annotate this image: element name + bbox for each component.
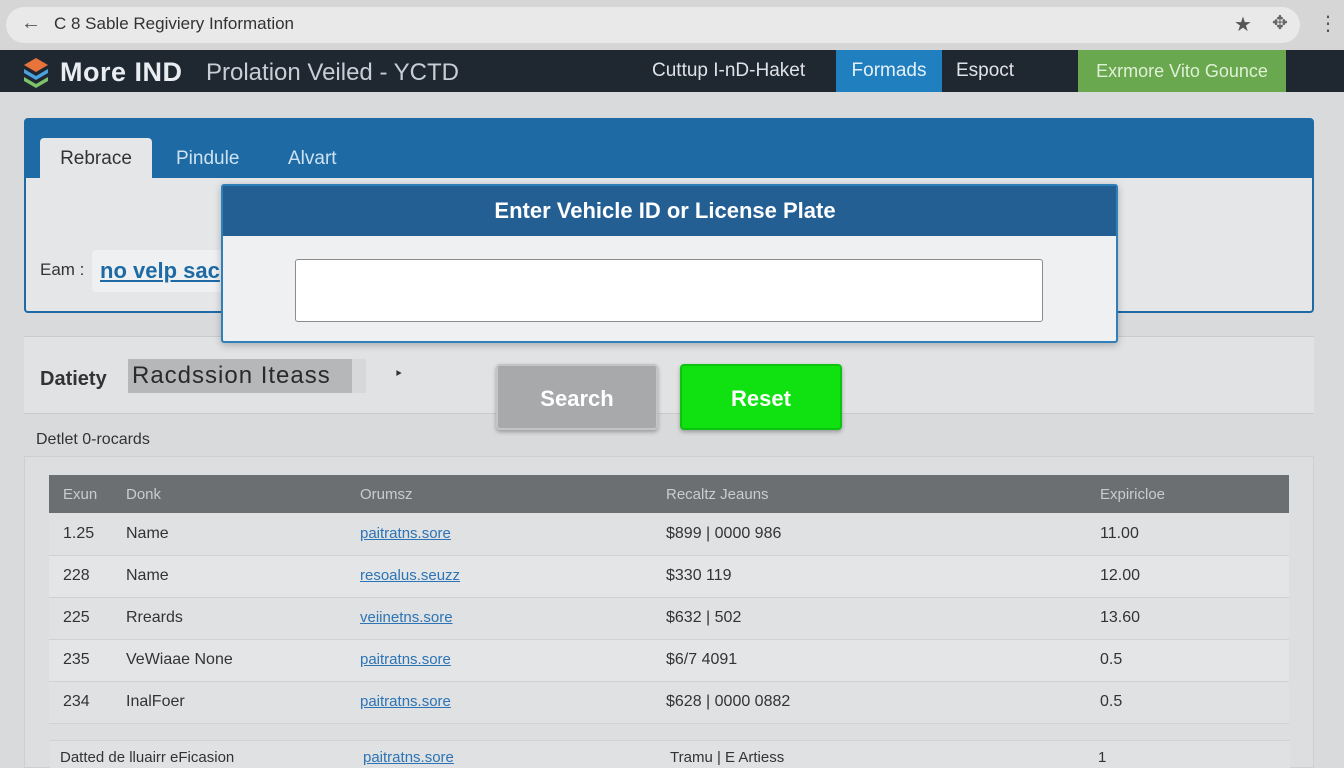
cell-amount: $6/7 4091 <box>666 639 1098 682</box>
tab-rebrace[interactable]: Rebrace <box>40 138 152 180</box>
vehicle-id-input[interactable] <box>295 259 1043 322</box>
help-link[interactable]: no velp sac <box>92 250 242 292</box>
cell-expiry: 11.00 <box>1098 513 1289 556</box>
brand-title: More IND <box>60 57 183 87</box>
footer-link[interactable]: paitratns.sore <box>363 749 454 766</box>
column-header[interactable]: Orumsz <box>360 475 666 513</box>
records-table: Exun Donk Orumsz Recaltz Jeauns Expiricl… <box>49 475 1289 724</box>
cell-link[interactable]: paitratns.sore <box>360 651 451 668</box>
records-heading: Detlet 0-rocards <box>36 431 150 448</box>
column-header[interactable]: Exun <box>49 475 124 513</box>
drag-handle-icon[interactable]: ‣ <box>394 364 403 384</box>
table-footer-row: Datted de lluairr eFicasion paitratns.so… <box>50 740 1290 768</box>
cell-name: Name <box>124 513 360 556</box>
table-row[interactable]: 234 InalFoer paitratns.sore $628 | 0000 … <box>49 681 1289 724</box>
cell-expiry: 0.5 <box>1098 681 1289 724</box>
process-field[interactable]: Racdssion Iteass <box>128 359 366 393</box>
back-arrow-icon[interactable]: ← <box>20 12 42 34</box>
footer-text: Tramu | E Artiess <box>670 749 785 766</box>
cell-name: Name <box>124 555 360 598</box>
modal-title: Enter Vehicle ID or License Plate <box>494 198 836 223</box>
field-label: Eam : <box>40 260 85 279</box>
cell-amount: $330 119 <box>666 555 1098 598</box>
table-row[interactable]: 1.25 Name paitratns.sore $899 | 0000 986… <box>49 513 1289 556</box>
cell-link[interactable]: paitratns.sore <box>360 693 451 710</box>
cell-name: InalFoer <box>124 681 360 724</box>
brand-subtitle: Prolation Veiled - YCTD <box>206 59 460 86</box>
footer-label: Datted de lluairr eFicasion <box>60 749 235 766</box>
logo-icon <box>24 58 48 88</box>
cell-id: 1.25 <box>49 513 124 556</box>
footer-value: 1 <box>1098 749 1107 766</box>
reset-button[interactable]: Reset <box>680 364 842 430</box>
column-header[interactable]: Expiricloe <box>1098 475 1289 513</box>
nav-link-cuttup[interactable]: Cuttup I-nD-Haket <box>636 50 821 92</box>
tab-pindule[interactable]: Pindule <box>158 138 257 180</box>
column-header[interactable]: Donk <box>124 475 360 513</box>
cell-amount: $899 | 0000 986 <box>666 513 1098 556</box>
cell-id: 234 <box>49 681 124 724</box>
cell-link[interactable]: veiinetns.sore <box>360 609 453 626</box>
tab-alvart[interactable]: Alvart <box>270 138 355 180</box>
cell-name: Rreards <box>124 597 360 640</box>
cell-name: VeWiaae None <box>124 639 360 682</box>
nav-cta-button[interactable]: Exrmore Vito Gounce <box>1078 50 1286 92</box>
column-header[interactable]: Recaltz Jeauns <box>666 475 1098 513</box>
cell-expiry: 13.60 <box>1098 597 1289 640</box>
cell-id: 228 <box>49 555 124 598</box>
nav-link-formads[interactable]: Formads <box>836 50 942 92</box>
kebab-menu-icon[interactable]: ⋮ <box>1318 11 1338 36</box>
cell-expiry: 0.5 <box>1098 639 1289 682</box>
page-url-title[interactable]: C 8 Sable Regiviery Information <box>54 14 294 34</box>
cell-link[interactable]: resoalus.seuzz <box>360 567 460 584</box>
cell-id: 225 <box>49 597 124 640</box>
cell-id: 235 <box>49 639 124 682</box>
extension-icon[interactable]: ✥ <box>1272 12 1288 35</box>
cell-amount: $628 | 0000 0882 <box>666 681 1098 724</box>
table-header-row: Exun Donk Orumsz Recaltz Jeauns Expiricl… <box>49 475 1289 513</box>
cell-amount: $632 | 502 <box>666 597 1098 640</box>
table-row[interactable]: 228 Name resoalus.seuzz $330 119 12.00 <box>49 555 1289 598</box>
cell-expiry: 12.00 <box>1098 555 1289 598</box>
table-row[interactable]: 235 VeWiaae None paitratns.sore $6/7 409… <box>49 639 1289 682</box>
datiety-label: Datiety <box>40 368 107 390</box>
table-row[interactable]: 225 Rreards veiinetns.sore $632 | 502 13… <box>49 597 1289 640</box>
star-icon[interactable]: ★ <box>1234 12 1252 37</box>
cell-link[interactable]: paitratns.sore <box>360 525 451 542</box>
nav-link-espoct[interactable]: Espoct <box>940 50 1030 92</box>
search-button[interactable]: Search <box>496 364 658 430</box>
